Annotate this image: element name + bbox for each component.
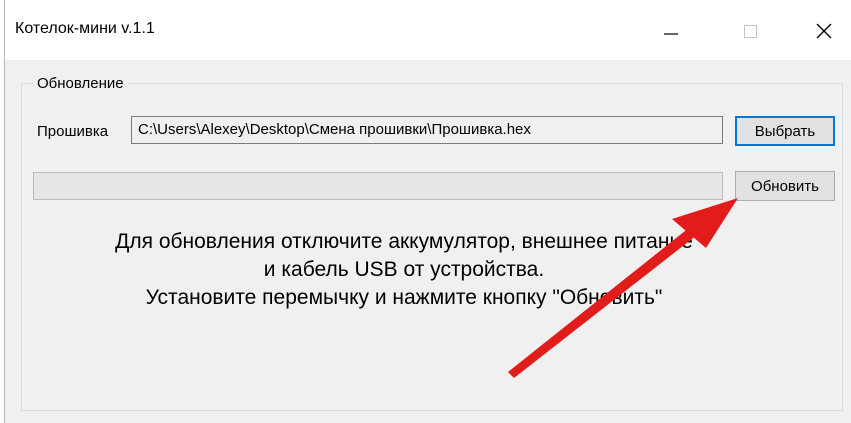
firmware-label: Прошивка <box>37 123 109 140</box>
instruction-line: Установите перемычку и нажмите кнопку "О… <box>145 286 663 309</box>
instruction-line: Для обновления отключите аккумулятор, вн… <box>115 230 693 253</box>
minimize-button[interactable] <box>641 8 701 54</box>
app-window: Котелок-мини v.1.1 Обновление Прошивка C… <box>4 0 851 423</box>
minimize-icon <box>664 33 678 35</box>
title-bar[interactable]: Котелок-мини v.1.1 <box>5 0 851 60</box>
update-progress-bar <box>33 172 723 200</box>
update-button[interactable]: Обновить <box>735 171 835 201</box>
instruction-line: и кабель USB от устройства. <box>263 258 545 281</box>
firmware-path-field[interactable]: C:\Users\Alexey\Desktop\Смена прошивки\П… <box>131 116 723 144</box>
browse-button[interactable]: Выбрать <box>735 116 835 146</box>
maximize-icon <box>744 25 757 38</box>
window-title: Котелок-мини v.1.1 <box>15 20 155 37</box>
instructions-text: Для обновления отключите аккумулятор, вн… <box>33 228 775 312</box>
close-icon <box>816 23 832 39</box>
maximize-button[interactable] <box>721 8 781 54</box>
groupbox-legend: Обновление <box>33 75 128 92</box>
close-button[interactable] <box>794 8 851 54</box>
